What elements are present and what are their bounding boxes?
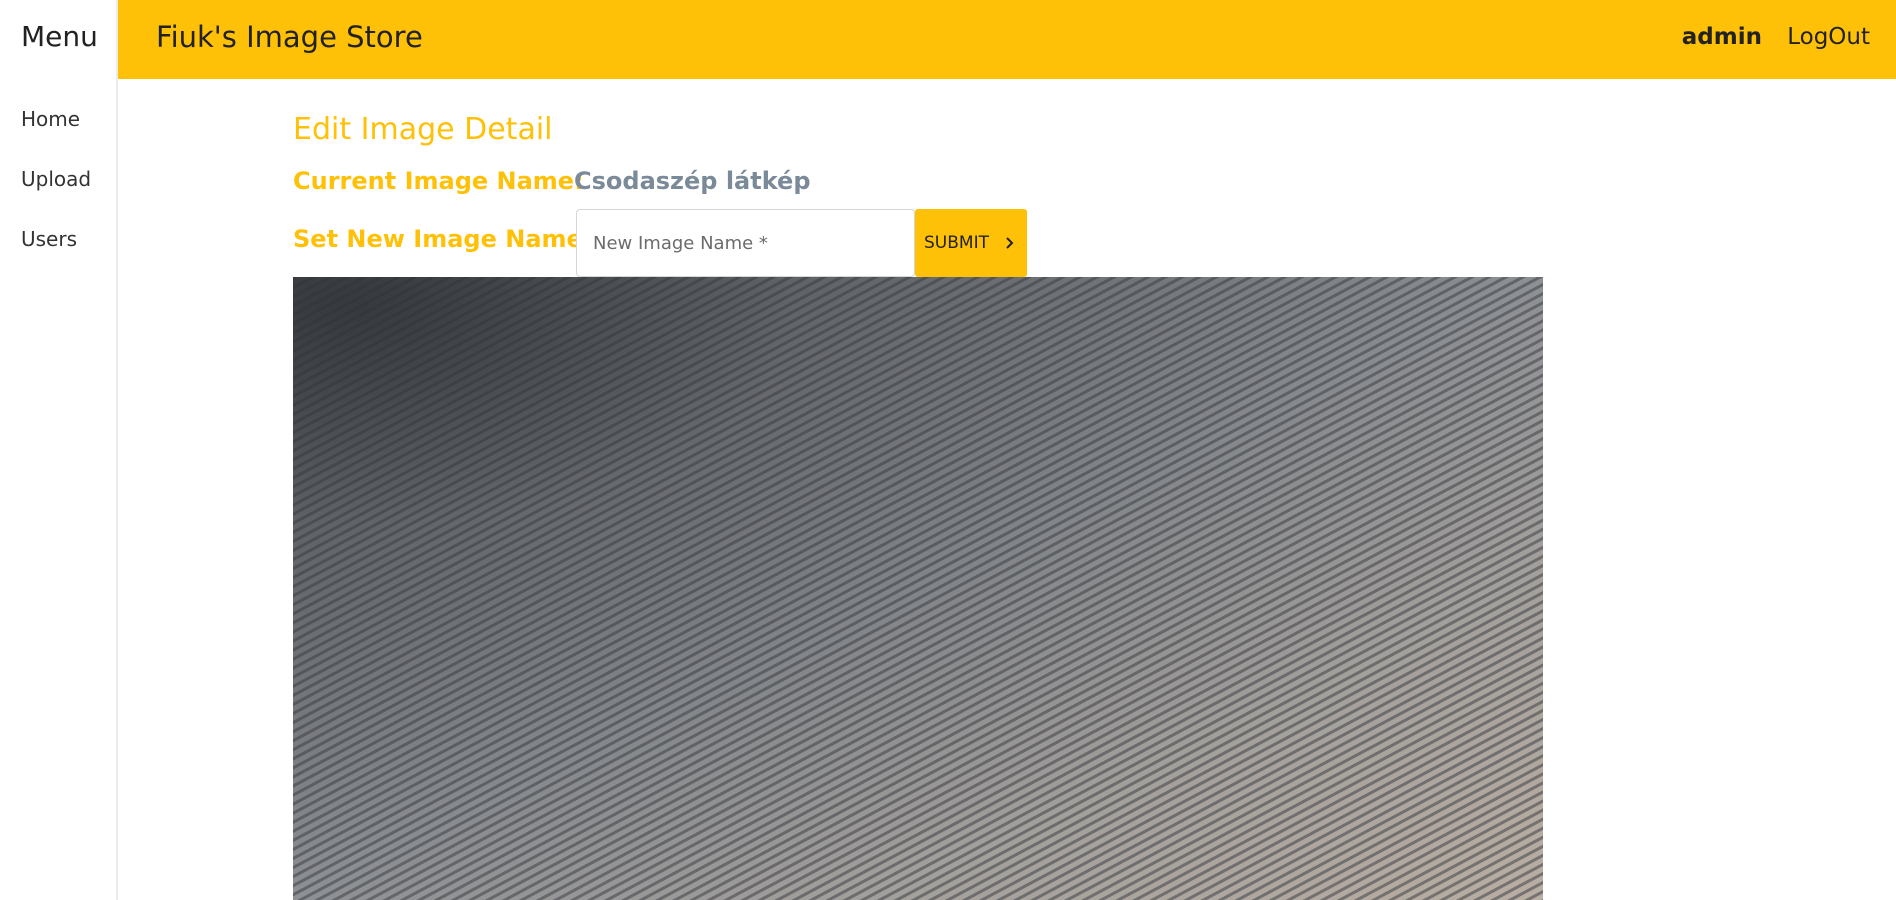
main-content: Edit Image Detail Current Image Name: Cs… [293,79,1593,900]
page-title: Edit Image Detail [293,112,553,147]
menu-title: Menu [21,20,98,53]
sidebar-item-users[interactable]: Users [21,227,77,251]
submit-button[interactable]: SUBMIT [915,209,1027,277]
image-preview-graphic [293,277,1543,900]
chevron-right-icon [1003,236,1017,250]
top-app-bar: Fiuk's Image Store admin LogOut [118,0,1896,79]
sidebar: Menu Home Upload Users [0,0,118,900]
new-name-input[interactable] [577,210,914,276]
app-title: Fiuk's Image Store [156,20,423,54]
new-name-label: Set New Image Name: [293,225,593,253]
image-preview [293,277,1543,900]
sidebar-item-upload[interactable]: Upload [21,167,91,191]
current-name-value: Csodaszép látkép [574,167,811,195]
current-user: admin [1681,24,1762,50]
sidebar-item-home[interactable]: Home [21,107,80,131]
current-name-label: Current Image Name: [293,167,584,195]
logout-button[interactable]: LogOut [1787,24,1870,50]
submit-label: SUBMIT [924,233,989,253]
new-name-field [576,209,915,277]
